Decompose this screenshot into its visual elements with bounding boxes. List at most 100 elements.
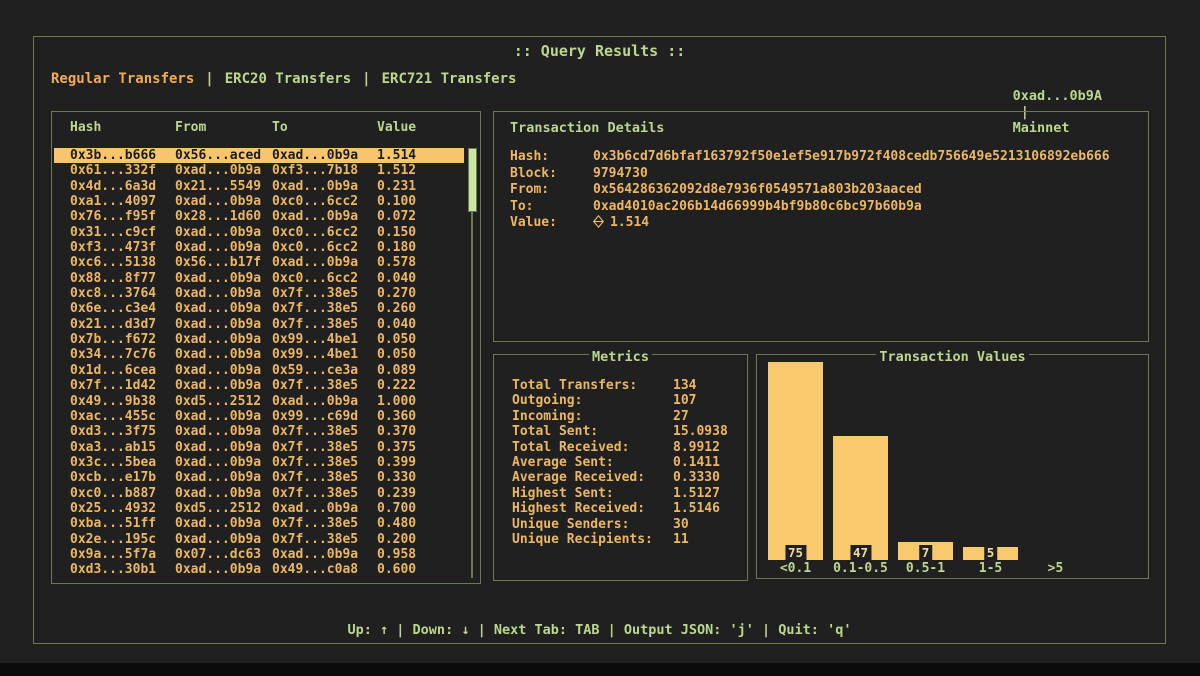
detail-label: Value: [510,215,593,232]
cell-value: 0.958 [377,547,464,562]
x-axis-label: >5 [1028,561,1083,576]
cell-from: 0xad...0b9a [175,194,272,209]
table-row[interactable]: 0xd3...30b10xad...0b9a0x49...c0a80.600 [54,562,464,577]
table-row[interactable]: 0x21...d3d70xad...0b9a0x7f...38e50.040 [54,317,464,332]
table-row[interactable]: 0xac...455c0xad...0b9a0x99...c69d0.360 [54,409,464,424]
cell-to: 0x7f...38e5 [272,317,377,332]
table-row[interactable]: 0x9a...5f7a0x07...dc630xad...0b9a0.958 [54,547,464,562]
bar-value-label: 75 [785,545,806,560]
x-axis-label: 1-5 [963,561,1018,576]
cell-hash: 0x34...7c76 [70,347,175,362]
table-row[interactable]: 0xf3...473f0xad...0b9a0xc0...6cc20.180 [54,240,464,255]
metric-value: 0.3330 [673,470,720,485]
cell-hash: 0x6e...c3e4 [70,301,175,316]
cell-to: 0xad...0b9a [272,209,377,224]
desktop-bottom-band [0,663,1200,676]
cell-to: 0xad...0b9a [272,255,377,270]
tab-erc20-transfers[interactable]: ERC20 Transfers [225,71,351,87]
cell-from: 0xad...0b9a [175,225,272,240]
table-row[interactable]: 0x6e...c3e40xad...0b9a0x7f...38e50.260 [54,301,464,316]
tab-regular-transfers[interactable]: Regular Transfers [51,71,194,87]
detail-label: Hash: [510,149,593,166]
table-row[interactable]: 0x61...332f0xad...0b9a0xf3...7b181.512 [54,163,464,178]
table-row[interactable]: 0x76...f95f0x28...1d600xad...0b9a0.072 [54,209,464,224]
table-row[interactable]: 0xcb...e17b0xad...0b9a0x7f...38e50.330 [54,470,464,485]
metrics-rows: Total Transfers:134Outgoing:107Incoming:… [512,378,728,547]
metric-value: 134 [673,378,696,393]
cell-to: 0x7f...38e5 [272,424,377,439]
cell-to: 0xad...0b9a [272,547,377,562]
table-row[interactable]: 0xc8...37640xad...0b9a0x7f...38e50.270 [54,286,464,301]
cell-hash: 0xc8...3764 [70,286,175,301]
table-row[interactable]: 0x49...9b380xd5...25120xad...0b9a1.000 [54,394,464,409]
cell-hash: 0x7f...1d42 [70,378,175,393]
cell-hash: 0x2e...195c [70,532,175,547]
cell-value: 0.330 [377,470,464,485]
tab-erc721-transfers[interactable]: ERC721 Transfers [382,71,517,87]
cell-value: 0.072 [377,209,464,224]
cell-from: 0xad...0b9a [175,301,272,316]
metric-row: Total Transfers:134 [512,378,728,393]
cell-to: 0x7f...38e5 [272,440,377,455]
cell-hash: 0x76...f95f [70,209,175,224]
cell-value: 0.040 [377,271,464,286]
transfers-table-panel: Hash From To Value 0x3b...b6660x56...ace… [51,111,481,584]
table-row[interactable]: 0x4d...6a3d0x21...55490xad...0b9a0.231 [54,179,464,194]
cell-from: 0x56...aced [175,148,272,163]
cell-to: 0x7f...38e5 [272,455,377,470]
cell-hash: 0x61...332f [70,163,175,178]
cell-to: 0x59...ce3a [272,363,377,378]
table-row[interactable]: 0xa3...ab150xad...0b9a0x7f...38e50.375 [54,440,464,455]
table-row[interactable]: 0xba...51ff0xad...0b9a0x7f...38e50.480 [54,516,464,531]
detail-value: 0xad4010ac206b14d66999b4bf9b80c6bc97b60b… [593,199,922,216]
column-header-to: To [272,120,377,135]
detail-value: 9794730 [593,166,648,183]
metric-value: 27 [673,409,689,424]
chart-bar [768,362,823,560]
cell-from: 0xad...0b9a [175,486,272,501]
metric-value: 30 [673,517,689,532]
cell-hash: 0xac...455c [70,409,175,424]
cell-to: 0xad...0b9a [272,179,377,194]
metric-label: Total Sent: [512,424,673,439]
table-row[interactable]: 0xc6...51380x56...b17f0xad...0b9a0.578 [54,255,464,270]
table-row[interactable]: 0x3b...b6660x56...aced0xad...0b9a1.514 [54,148,464,163]
cell-from: 0xad...0b9a [175,347,272,362]
cell-hash: 0x25...4932 [70,501,175,516]
transaction-details-panel: Transaction Details Hash:0x3b6cd7d6bfaf1… [493,111,1149,342]
table-row[interactable]: 0x88...8f770xad...0b9a0xc0...6cc20.040 [54,271,464,286]
table-row[interactable]: 0x7b...f6720xad...0b9a0x99...4be10.050 [54,332,464,347]
table-row[interactable]: 0xc0...b8870xad...0b9a0x7f...38e50.239 [54,486,464,501]
table-row[interactable]: 0x25...49320xd5...25120xad...0b9a0.700 [54,501,464,516]
cell-hash: 0x21...d3d7 [70,317,175,332]
cell-to: 0xc0...6cc2 [272,240,377,255]
table-row[interactable]: 0xd3...3f750xad...0b9a0x7f...38e50.370 [54,424,464,439]
table-row[interactable]: 0x1d...6cea0xad...0b9a0x59...ce3a0.089 [54,363,464,378]
cell-to: 0x7f...38e5 [272,532,377,547]
cell-to: 0xf3...7b18 [272,163,377,178]
scrollbar-track [471,148,473,578]
cell-from: 0xad...0b9a [175,378,272,393]
table-row[interactable]: 0x31...c9cf0xad...0b9a0xc0...6cc20.150 [54,225,464,240]
cell-from: 0xad...0b9a [175,363,272,378]
table-row[interactable]: 0x3c...5bea0xad...0b9a0x7f...38e50.399 [54,455,464,470]
scrollbar-thumb[interactable] [468,148,477,212]
table-row[interactable]: 0x2e...195c0xad...0b9a0x7f...38e50.200 [54,532,464,547]
metric-row: Average Received:0.3330 [512,470,728,485]
table-row[interactable]: 0xa1...40970xad...0b9a0xc0...6cc20.100 [54,194,464,209]
cell-from: 0xad...0b9a [175,163,272,178]
cell-hash: 0x49...9b38 [70,394,175,409]
table-row[interactable]: 0x7f...1d420xad...0b9a0x7f...38e50.222 [54,378,464,393]
metric-value: 15.0938 [673,424,728,439]
detail-value: 1.514 [593,215,649,232]
cell-value: 1.514 [377,148,464,163]
table-row[interactable]: 0x34...7c760xad...0b9a0x99...4be10.050 [54,347,464,362]
metric-label: Incoming: [512,409,673,424]
metric-label: Unique Senders: [512,517,673,532]
metric-row: Total Sent:15.0938 [512,424,728,439]
cell-hash: 0x7b...f672 [70,332,175,347]
metric-row: Highest Received:1.5146 [512,501,728,516]
metric-row: Unique Senders:30 [512,517,728,532]
cell-from: 0x07...dc63 [175,547,272,562]
cell-from: 0xad...0b9a [175,470,272,485]
